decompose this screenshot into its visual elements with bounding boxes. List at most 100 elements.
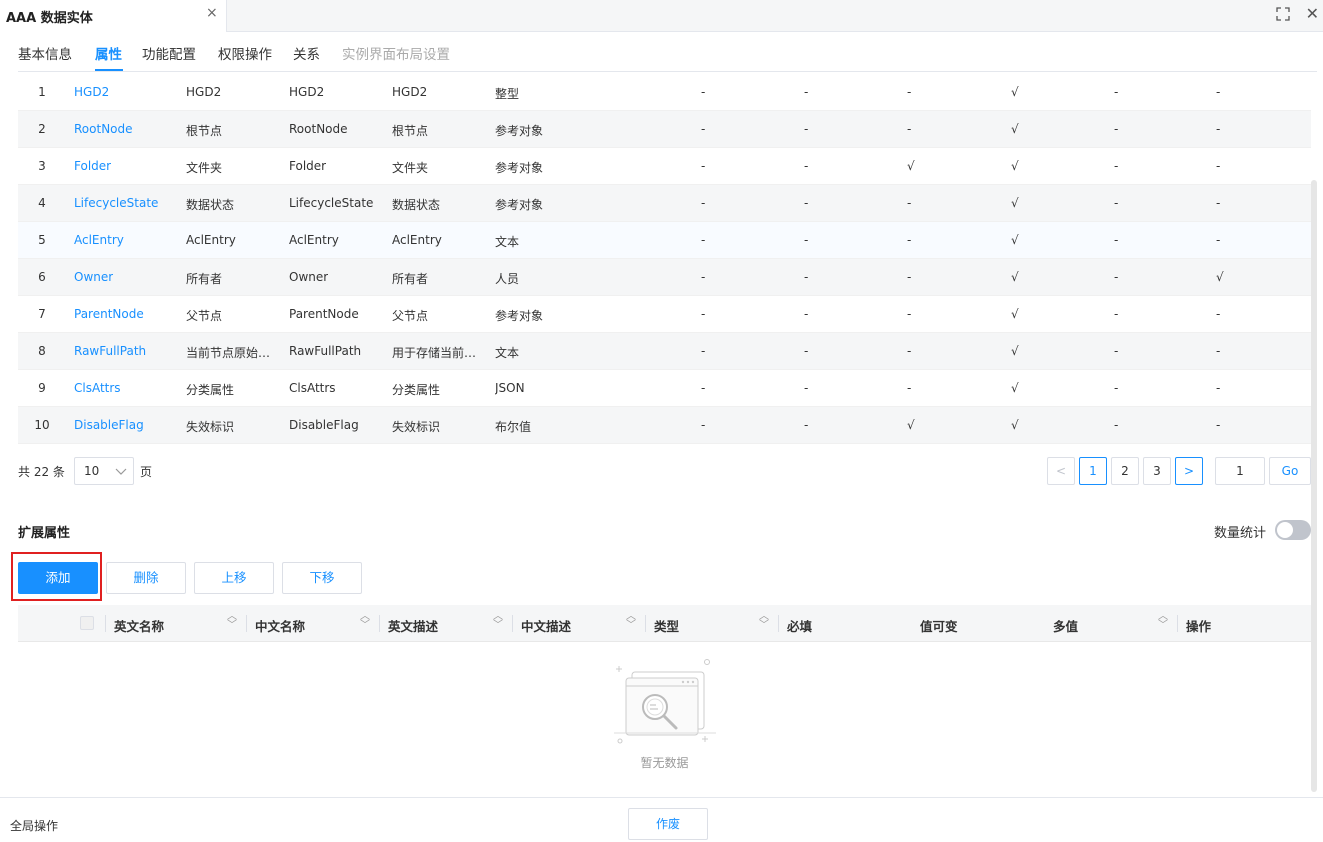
row-index: 6 — [38, 270, 46, 284]
attr-english-name-link[interactable]: Folder — [74, 159, 111, 173]
table-row[interactable]: 9 ClsAttrs 分类属性 ClsAttrs 分类属性 JSON - - - √ - - — [18, 370, 1311, 407]
sort-icon[interactable]: ︿ ﹀ — [1158, 612, 1168, 631]
page-unit-label: 页 — [140, 465, 153, 479]
attr-flag-cell: - — [1216, 196, 1221, 210]
empty-state-text: 暂无数据 — [640, 756, 689, 770]
extended-table-header: 英文名称 ︿ ﹀ 中文名称 ︿ ﹀ 英文描述 ︿ ﹀ 中文描述 ︿ ﹀ 类型 ︿ ﹀ 必填… — [18, 605, 1311, 642]
page-jump-input[interactable]: 1 — [1215, 457, 1265, 485]
attr-flag-cell: √ — [1011, 159, 1019, 173]
attr-type: 整型 — [495, 87, 520, 101]
attr-english-name-link[interactable]: Owner — [74, 270, 113, 284]
attr-english-name-link[interactable]: LifecycleState — [74, 196, 158, 210]
document-tab[interactable]: AAA 数据实体 × — [0, 0, 227, 32]
move-down-button[interactable]: 下移 — [282, 562, 362, 594]
table-row[interactable]: 7 ParentNode 父节点 ParentNode 父节点 参考对象 - - - √ - - — [18, 296, 1311, 333]
attr-flag-cell: - — [1216, 307, 1221, 321]
attr-flag-cell: √ — [1011, 85, 1019, 99]
go-button[interactable]: Go — [1269, 457, 1311, 485]
row-index: 1 — [38, 85, 46, 99]
attr-english-name-link[interactable]: DisableFlag — [74, 418, 144, 432]
scrollbar[interactable] — [1311, 180, 1317, 792]
page-button-2[interactable]: 2 — [1111, 457, 1139, 485]
table-row[interactable]: 10 DisableFlag 失效标识 DisableFlag 失效标识 布尔值 - - √ √ -… — [18, 407, 1311, 444]
sort-icon[interactable]: ︿ ﹀ — [626, 612, 636, 631]
table-row[interactable]: 5 AclEntry AclEntry AclEntry AclEntry 文本 - - - √ -… — [18, 222, 1311, 259]
page-size-select[interactable]: 10 — [74, 457, 134, 485]
page-button-1[interactable]: 1 — [1079, 457, 1107, 485]
attr-flag-cell: - — [1114, 270, 1119, 284]
attr-english-name-link[interactable]: HGD2 — [74, 85, 109, 99]
page-size-value: 10 — [84, 464, 100, 478]
attr-chinese-desc: 根节点 — [392, 124, 429, 138]
move-up-button[interactable]: 上移 — [194, 562, 274, 594]
col-multi-value[interactable]: 多值 — [1053, 616, 1078, 635]
count-statistics-label: 数量统计 — [1214, 526, 1267, 541]
attr-chinese-desc: 所有者 — [392, 272, 429, 286]
attr-flag-cell: √ — [1011, 233, 1019, 247]
row-index: 5 — [38, 233, 46, 247]
tab-relations[interactable]: 关系 — [293, 43, 320, 63]
attr-flag-cell: - — [1114, 307, 1119, 321]
table-row[interactable]: 8 RawFullPath 当前节点原始… RawFullPath 用于存储当前… 文本 -… — [18, 333, 1311, 370]
attr-type: 文本 — [495, 235, 520, 249]
tab-permission-ops[interactable]: 权限操作 — [218, 43, 272, 63]
sort-icon[interactable]: ︿ ﹀ — [227, 612, 237, 631]
col-type[interactable]: 类型 — [654, 616, 679, 635]
delete-button[interactable]: 删除 — [106, 562, 186, 594]
col-english-name[interactable]: 英文名称 — [114, 616, 164, 635]
attr-chinese-name: 根节点 — [186, 124, 223, 138]
attr-flag-cell: - — [701, 418, 706, 432]
page-button-3[interactable]: 3 — [1143, 457, 1171, 485]
tab-attributes[interactable]: 属性 — [95, 43, 122, 63]
attr-english-name-link[interactable]: RawFullPath — [74, 344, 146, 358]
select-all-checkbox[interactable] — [80, 616, 94, 630]
col-chinese-name[interactable]: 中文名称 — [255, 616, 305, 635]
fullscreen-icon[interactable] — [1275, 4, 1291, 26]
close-tab-icon[interactable]: × — [206, 5, 218, 21]
row-index: 2 — [38, 122, 46, 136]
col-chinese-desc[interactable]: 中文描述 — [521, 616, 571, 635]
tab-instance-layout[interactable]: 实例界面布局设置 — [342, 43, 450, 63]
attr-flag-cell: - — [804, 85, 809, 99]
col-english-desc[interactable]: 英文描述 — [388, 616, 438, 635]
tab-function-config[interactable]: 功能配置 — [142, 43, 196, 63]
attr-english-desc: LifecycleState — [289, 196, 374, 210]
count-statistics-toggle[interactable] — [1275, 520, 1311, 540]
attr-english-name-link[interactable]: ClsAttrs — [74, 381, 121, 395]
row-index: 4 — [38, 196, 46, 210]
document-tab-title: AAA 数据实体 — [6, 11, 93, 26]
table-row[interactable]: 3 Folder 文件夹 Folder 文件夹 参考对象 - - √ √ - - — [18, 148, 1311, 185]
add-button[interactable]: 添加 — [18, 562, 98, 594]
table-row[interactable]: 1 HGD2 HGD2 HGD2 HGD2 整型 - - - √ - - — [18, 74, 1311, 111]
sort-icon[interactable]: ︿ ﹀ — [360, 612, 370, 631]
attr-chinese-name: AclEntry — [186, 233, 236, 247]
attr-flag-cell: - — [701, 122, 706, 136]
attr-english-name-link[interactable]: RootNode — [74, 122, 133, 136]
sort-icon[interactable]: ︿ ﹀ — [493, 612, 503, 631]
attr-flag-cell: - — [701, 196, 706, 210]
table-row[interactable]: 2 RootNode 根节点 RootNode 根节点 参考对象 - - - √ - - — [18, 111, 1311, 148]
sort-icon[interactable]: ︿ ﹀ — [759, 612, 769, 631]
attr-flag-cell: - — [1216, 418, 1221, 432]
column-divider — [778, 615, 779, 632]
next-page-button[interactable]: > — [1175, 457, 1203, 485]
table-row[interactable]: 4 LifecycleState 数据状态 LifecycleState 数据状态 参考对… — [18, 185, 1311, 222]
attr-type: 参考对象 — [495, 161, 544, 175]
tab-basic-info[interactable]: 基本信息 — [18, 43, 72, 63]
table-row[interactable]: 6 Owner 所有者 Owner 所有者 人员 - - - √ - √ — [18, 259, 1311, 296]
attr-flag-cell: √ — [1216, 270, 1224, 284]
window-close-icon[interactable]: ✕ — [1306, 4, 1319, 23]
prev-page-button[interactable]: < — [1047, 457, 1075, 485]
attr-flag-cell: - — [1114, 159, 1119, 173]
attr-flag-cell: - — [1114, 344, 1119, 358]
column-divider — [645, 615, 646, 632]
attr-english-name-link[interactable]: ParentNode — [74, 307, 144, 321]
void-button[interactable]: 作废 — [628, 808, 708, 840]
attr-flag-cell: - — [804, 270, 809, 284]
attr-flag-cell: - — [1114, 418, 1119, 432]
attr-chinese-name: 分类属性 — [186, 383, 235, 397]
col-actions: 操作 — [1186, 619, 1212, 634]
total-count: 共 22 条 — [18, 465, 65, 479]
attr-flag-cell: - — [804, 344, 809, 358]
attr-english-name-link[interactable]: AclEntry — [74, 233, 124, 247]
